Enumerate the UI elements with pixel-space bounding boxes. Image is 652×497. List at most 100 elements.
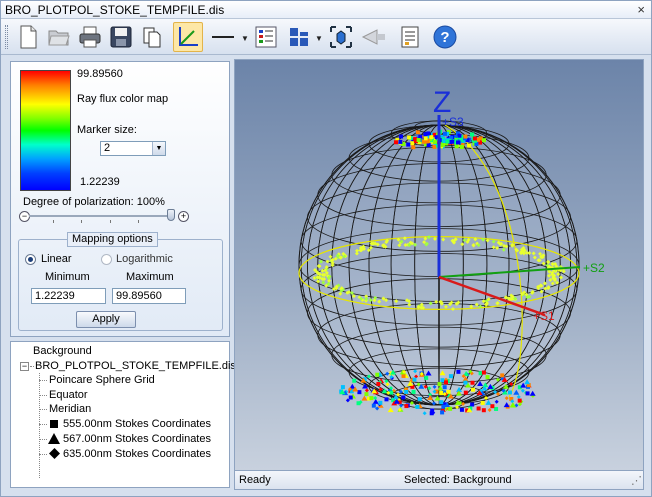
stokes-point [440, 410, 445, 415]
stokes-point [404, 389, 409, 394]
stokes-point [494, 399, 499, 404]
layout-icon [290, 28, 308, 46]
status-bar: Ready Selected: Background ⋰ [234, 471, 644, 490]
stokes-point [411, 145, 416, 150]
tree-item-meridian[interactable]: Meridian [49, 403, 91, 415]
stokes-point [364, 388, 369, 393]
toolbar-grip-icon[interactable] [5, 25, 8, 49]
linear-radio[interactable] [25, 254, 36, 265]
chevron-down-icon[interactable]: ▼ [152, 142, 165, 155]
diamond-marker-icon [49, 448, 60, 459]
line-style-dropdown-icon[interactable]: ▼ [241, 34, 249, 43]
close-icon[interactable]: × [637, 2, 645, 17]
status-ready: Ready [239, 474, 271, 486]
report-button[interactable] [395, 22, 425, 52]
color-min-value: 1.22239 [80, 176, 120, 188]
poincare-sphere-viewport[interactable]: Z +S3 +S2 +S1 [234, 59, 644, 471]
stokes-point [364, 392, 369, 397]
marker-size-select[interactable]: 2 ▼ [100, 141, 166, 156]
stokes-point [500, 373, 505, 378]
minimum-input[interactable]: 1.22239 [31, 288, 106, 304]
stokes-point [439, 400, 444, 405]
new-document-button[interactable] [13, 22, 43, 52]
open-button[interactable] [44, 22, 74, 52]
copy-button[interactable] [137, 22, 167, 52]
stokes-point [524, 379, 531, 385]
stokes-point [463, 380, 468, 385]
stokes-point [429, 135, 434, 140]
stokes-point [444, 380, 449, 385]
stokes-point [442, 385, 447, 390]
scene-tree-panel: Background − BRO_PLOTPOL_STOKE_TEMPFILE.… [10, 341, 236, 489]
stokes-point [485, 375, 490, 380]
stokes-point [357, 390, 362, 395]
maximum-label: Maximum [126, 271, 174, 283]
stokes-point [422, 411, 427, 416]
polarization-slider-track[interactable] [29, 215, 169, 217]
tree-item-555nm[interactable]: 555.00nm Stokes Coordinates [63, 418, 211, 430]
logarithmic-radio[interactable] [101, 254, 112, 265]
stokes-point [423, 136, 428, 141]
tree-item-background[interactable]: Background [33, 345, 92, 357]
collapse-icon[interactable]: − [20, 362, 29, 371]
report-icon [401, 26, 419, 48]
stokes-point [401, 373, 406, 378]
print-button[interactable] [75, 22, 105, 52]
maximum-input[interactable]: 99.89560 [112, 288, 186, 304]
open-folder-icon [48, 30, 70, 46]
linear-label: Linear [41, 253, 72, 265]
slider-increase-icon[interactable]: + [178, 211, 189, 222]
stokes-point [424, 375, 429, 380]
help-button[interactable]: ? [430, 22, 460, 52]
stokes-point [384, 397, 389, 402]
stokes-point [470, 380, 475, 385]
window-title: BRO_PLOTPOL_STOKE_TEMPFILE.dis [5, 3, 225, 17]
stokes-point [404, 404, 409, 409]
stokes-point [398, 134, 403, 139]
stokes-point [376, 381, 381, 386]
stokes-point [401, 395, 406, 400]
stokes-point [487, 407, 492, 412]
polarization-slider-thumb[interactable] [167, 209, 175, 221]
stokes-point [410, 141, 415, 146]
resize-grip-icon[interactable]: ⋰ [631, 474, 642, 487]
stokes-point [481, 408, 486, 413]
legend-icon [255, 26, 277, 48]
stokes-point [437, 382, 442, 387]
apply-button[interactable]: Apply [76, 311, 136, 328]
slider-tick [138, 220, 139, 223]
legend-button[interactable] [251, 22, 281, 52]
tree-item-file[interactable]: BRO_PLOTPOL_STOKE_TEMPFILE.dis [35, 360, 236, 372]
stokes-point [348, 395, 353, 400]
line-style-button[interactable] [208, 22, 238, 52]
cube-view-button[interactable] [326, 22, 356, 52]
color-scale-bar [20, 70, 71, 191]
tree-item-635nm[interactable]: 635.00nm Stokes Coordinates [63, 448, 211, 460]
lens-button[interactable] [359, 22, 389, 52]
mapping-options-legend: Mapping options [67, 232, 158, 247]
tree-item-equator[interactable]: Equator [49, 389, 88, 401]
color-map-panel: 99.89560 Ray flux color map Marker size:… [10, 61, 230, 337]
layout-button[interactable] [284, 22, 314, 52]
save-button[interactable] [106, 22, 136, 52]
tree-item-grid[interactable]: Poincare Sphere Grid [49, 374, 155, 386]
stokes-point [356, 401, 361, 406]
s3-axis-label: +S3 [442, 115, 464, 129]
stokes-point [416, 138, 421, 143]
poincare-sphere-plot[interactable]: Z +S3 +S2 +S1 [235, 60, 644, 471]
stokes-point [485, 399, 492, 405]
layout-dropdown-icon[interactable]: ▼ [315, 34, 323, 43]
stokes-point [504, 396, 509, 401]
stokes-point [494, 406, 499, 411]
logarithmic-label: Logarithmic [116, 253, 173, 265]
stokes-point [463, 390, 468, 395]
axes-button[interactable] [173, 22, 203, 52]
tree-item-567nm[interactable]: 567.00nm Stokes Coordinates [63, 433, 211, 445]
print-icon [79, 26, 101, 48]
stokes-point [476, 406, 481, 411]
stokes-point [378, 400, 383, 405]
stokes-point [517, 398, 522, 403]
slider-tick [110, 220, 111, 223]
scene-tree: Background − BRO_PLOTPOL_STOKE_TEMPFILE.… [11, 342, 236, 489]
stokes-point [372, 398, 379, 404]
